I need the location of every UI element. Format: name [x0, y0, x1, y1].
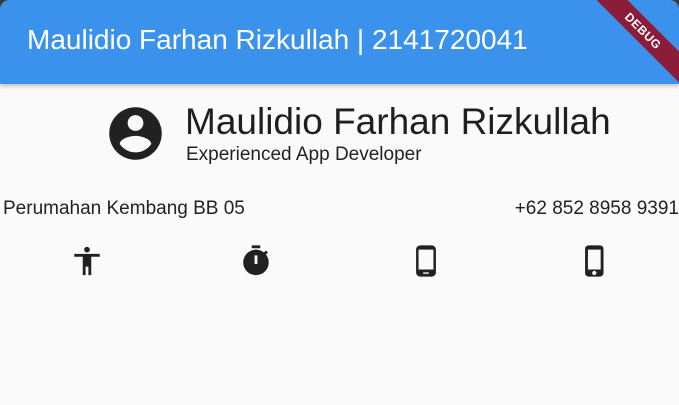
profile-name: Maulidio Farhan Rizkullah — [185, 101, 611, 142]
phone-iphone-icon — [578, 244, 612, 278]
account-circle-icon — [104, 102, 167, 165]
app-bar-title: Maulidio Farhan Rizkullah | 2141720041 — [27, 24, 528, 55]
timer-icon — [239, 244, 273, 278]
address-text: Perumahan Kembang BB 05 — [3, 198, 245, 219]
app-bar: Maulidio Farhan Rizkullah | 2141720041 — [0, 0, 679, 84]
accessibility-icon — [70, 244, 104, 278]
phone-text: +62 852 8958 9391 — [514, 198, 679, 219]
app-screen: Maulidio Farhan Rizkullah | 2141720041 D… — [0, 0, 679, 405]
profile-role: Experienced App Developer — [186, 144, 422, 165]
phone-android-icon — [409, 244, 443, 278]
